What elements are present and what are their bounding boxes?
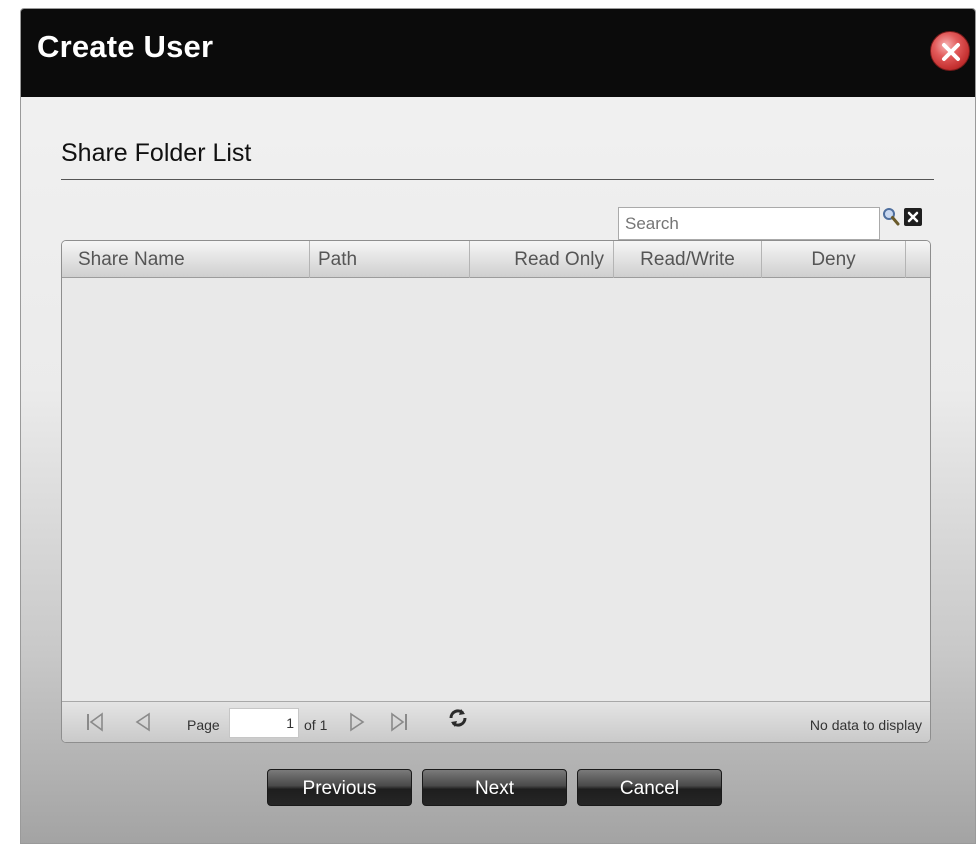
section-title: Share Folder List <box>61 139 252 167</box>
grid-header: Share Name Path Read Only Read/Write Den… <box>62 241 930 278</box>
search-input[interactable] <box>618 207 880 240</box>
column-header-path[interactable]: Path <box>310 241 470 278</box>
create-user-dialog: Create User Share Folder List Share Name… <box>20 8 976 844</box>
dialog-title: Create User <box>37 29 214 64</box>
pager-status: No data to display <box>809 717 922 733</box>
dialog-titlebar: Create User <box>21 9 975 97</box>
next-button[interactable]: Next <box>422 769 567 806</box>
search-icon[interactable] <box>882 207 900 227</box>
clear-search-icon[interactable] <box>904 208 922 226</box>
refresh-icon[interactable] <box>447 707 469 727</box>
section-divider <box>61 179 934 180</box>
page-number-input[interactable] <box>229 708 299 738</box>
last-page-icon[interactable] <box>388 712 410 732</box>
share-folder-grid: Share Name Path Read Only Read/Write Den… <box>61 240 931 743</box>
column-header-read-only[interactable]: Read Only <box>470 241 614 278</box>
grid-body <box>62 278 930 700</box>
cancel-button[interactable]: Cancel <box>577 769 722 806</box>
grid-pager: Page of 1 <box>62 701 930 742</box>
page-label: Page <box>187 717 220 733</box>
prev-page-icon[interactable] <box>132 712 154 732</box>
close-icon[interactable] <box>930 31 970 71</box>
previous-button[interactable]: Previous <box>267 769 412 806</box>
next-page-icon[interactable] <box>346 712 368 732</box>
column-header-deny[interactable]: Deny <box>762 241 906 278</box>
column-header-share-name[interactable]: Share Name <box>62 241 310 278</box>
column-header-read-write[interactable]: Read/Write <box>614 241 762 278</box>
page-count-label: of 1 <box>304 717 328 733</box>
first-page-icon[interactable] <box>84 712 106 732</box>
